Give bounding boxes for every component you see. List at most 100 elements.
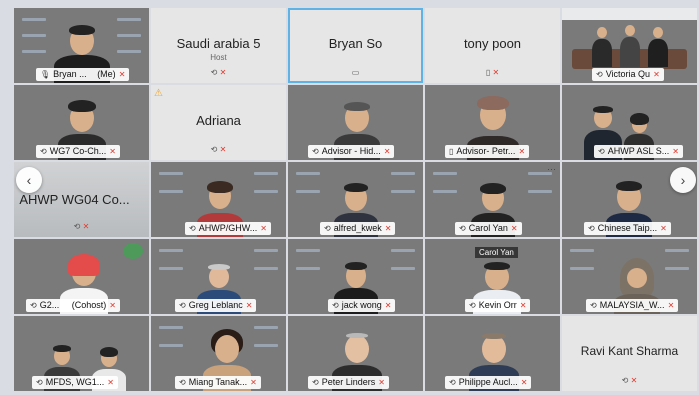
audio-icon: ⟲ (332, 301, 339, 310)
host-badge: Host (210, 53, 227, 62)
audio-icon: ⟲ (40, 147, 47, 156)
next-page-button[interactable]: › (670, 167, 696, 193)
audio-status: ▯ ✕ (425, 68, 560, 77)
participant-tile-carol-yan[interactable]: ··· ⟲ Carol Yan ✕ (425, 162, 560, 237)
participant-name-label: ⟲ Philippe Aucl... ✕ (445, 376, 532, 389)
video-grid: 🎙 Bryan ... (Me) ✕ Saudi arabia 5 Host ⟲ ✕… (14, 8, 699, 392)
muted-mic-icon: ✕ (384, 224, 392, 233)
participant-tile-wg7-co-ch[interactable]: ⟲ WG7 Co-Ch... ✕ (14, 85, 149, 160)
muted-mic-icon: ✕ (260, 224, 267, 233)
audio-icon: ⟲ (469, 301, 476, 310)
audio-icon: ⟲ (189, 224, 196, 233)
participant-name-label: ⟲ Victoria Qu ✕ (592, 68, 664, 81)
audio-icon: ⟲ (179, 378, 186, 387)
previous-page-button[interactable]: ‹ (16, 167, 42, 193)
muted-mic-icon: ✕ (519, 301, 527, 310)
participant-tile-jack-wong[interactable]: ⟲ jack wong ✕ (288, 239, 423, 314)
audio-icon: ⟲ (179, 301, 186, 310)
participant-tile-advisor-petr[interactable]: ▯ Advisor- Petr... ✕ (425, 85, 560, 160)
participant-tile-greg-leblanc[interactable]: ⟲ Greg Leblanc ✕ (151, 239, 286, 314)
participant-tile-g2-cohost[interactable]: ⟲ G2... (Cohost) ✕ (14, 239, 149, 314)
audio-status: ⟲ ✕ (14, 222, 149, 231)
participant-name-label: ⟲ Kevin Orr ✕ (465, 299, 531, 312)
muted-mic-icon: ✕ (653, 70, 660, 79)
participant-tile-advisor-hid[interactable]: ⟲ Advisor - Hid... ✕ (288, 85, 423, 160)
participant-name: Adriana (196, 113, 241, 128)
audio-icon: ⟲ (590, 301, 597, 310)
participant-tile-miang-tanak[interactable]: ⟲ Miang Tanak... ✕ (151, 316, 286, 391)
participant-name: AHWP WG04 Co... (19, 192, 130, 207)
participant-name-label: ⟲ jack wong ✕ (328, 299, 396, 312)
participant-tile-ravi-kant-sharma[interactable]: Ravi Kant Sharma ⟲ ✕ (562, 316, 697, 391)
participant-tile-kevin-orr[interactable]: Carol Yan ⟲ Kevin Orr ✕ (425, 239, 560, 314)
participant-name-label: ⟲ Advisor - Hid... ✕ (308, 145, 395, 158)
muted-mic-icon: ✕ (518, 147, 526, 156)
participant-name-label: 🎙 Bryan ... (Me) ✕ (36, 68, 130, 81)
participant-tile-bryan-so[interactable]: Bryan So ▭ (288, 8, 423, 83)
participant-name-label: ⟲ WG7 Co-Ch... ✕ (36, 145, 120, 158)
muted-mic-icon: ✕ (667, 301, 675, 310)
participant-tile-tony-poon[interactable]: tony poon ▯ ✕ (425, 8, 560, 83)
audio-icon: ⟲ (324, 224, 331, 233)
muted-mic-icon: ✕ (219, 145, 227, 154)
audio-icon: ⟲ (596, 70, 603, 79)
audio-status: ⟲ ✕ (151, 145, 286, 154)
participant-name-label: ▯ Advisor- Petr... ✕ (445, 145, 530, 158)
participant-name: tony poon (463, 36, 522, 51)
muted-mic-icon: ✕ (384, 301, 392, 310)
warning-icon: ⚠ (154, 88, 163, 99)
phone-icon: ▯ (485, 68, 491, 77)
participant-tile-bryan-me[interactable]: 🎙 Bryan ... (Me) ✕ (14, 8, 149, 83)
audio-icon: ⟲ (598, 147, 605, 156)
participant-name-label: ⟲ Chinese Taip... ✕ (584, 222, 671, 235)
phone-icon: ▯ (449, 147, 454, 156)
audio-icon: ⟲ (312, 378, 319, 387)
participant-tile-victoria-qu[interactable]: ⟲ Victoria Qu ✕ (562, 8, 697, 83)
audio-icon: ⟲ (210, 68, 218, 77)
audio-icon: ⟲ (588, 224, 595, 233)
audio-status: ⟲ ✕ (562, 376, 697, 385)
participant-name-label: ⟲ MFDS, WG1... ✕ (32, 376, 118, 389)
participant-name: Bryan So (328, 36, 383, 51)
participant-name-label: ⟲ Miang Tanak... ✕ (175, 376, 261, 389)
muted-mic-icon: ✕ (109, 301, 116, 310)
muted-mic-icon: ✕ (660, 224, 667, 233)
muted-mic-icon: ✕ (118, 70, 126, 79)
participant-tile-malaysia-w[interactable]: ⟲ MALAYSIA_W... ✕ (562, 239, 697, 314)
participant-name-label: ⟲ Peter Linders ✕ (308, 376, 389, 389)
participant-tile-alfred-kwek[interactable]: ⟲ alfred_kwek ✕ (288, 162, 423, 237)
audio-status: ▭ (288, 68, 423, 77)
participant-tile-mfds-wg1[interactable]: ⟲ MFDS, WG1... ✕ (14, 316, 149, 391)
participant-tile-adriana[interactable]: ⚠ Adriana ⟲ ✕ (151, 85, 286, 160)
participant-name: Saudi arabia 5 (176, 36, 261, 51)
participant-name-label: ⟲ Carol Yan ✕ (455, 222, 522, 235)
muted-mic-icon: ✕ (492, 68, 500, 77)
muted-mic-icon: ✕ (672, 147, 679, 156)
participant-tile-ahwp-asl[interactable]: ⟲ AHWP ASL S... ✕ (562, 85, 697, 160)
participant-tile-peter-linders[interactable]: ⟲ Peter Linders ✕ (288, 316, 423, 391)
audio-icon: ⟲ (210, 145, 218, 154)
audio-icon: ⟲ (30, 301, 37, 310)
participant-name-label: ⟲ MALAYSIA_W... ✕ (586, 299, 679, 312)
participant-tile-saudi-arabia-5[interactable]: Saudi arabia 5 Host ⟲ ✕ (151, 8, 286, 83)
muted-mic-icon: ✕ (630, 376, 638, 385)
audio-status: ⟲ ✕ (151, 68, 286, 77)
audio-icon: ⟲ (36, 378, 43, 387)
muted-mic-icon: ✕ (109, 147, 116, 156)
audio-icon: ⟲ (621, 376, 629, 385)
muted-mic-icon: ✕ (510, 224, 518, 233)
mic-icon: 🎙 (40, 70, 51, 79)
participant-name-label: ⟲ alfred_kwek ✕ (320, 222, 396, 235)
participant-name-label: ⟲ AHWP ASL S... ✕ (594, 145, 683, 158)
muted-mic-icon: ✕ (378, 378, 385, 387)
audio-icon: ⟲ (73, 222, 81, 231)
muted-mic-icon: ✕ (520, 378, 528, 387)
muted-mic-icon: ✕ (219, 68, 227, 77)
muted-mic-icon: ✕ (250, 378, 257, 387)
participant-tile-ahwp-ghw[interactable]: ⟲ AHWP/GHW... ✕ (151, 162, 286, 237)
participant-name-label: ⟲ Greg Leblanc ✕ (175, 299, 257, 312)
participant-name-label: ⟲ AHWP/GHW... ✕ (185, 222, 271, 235)
participant-tile-philippe-aucl[interactable]: ⟲ Philippe Aucl... ✕ (425, 316, 560, 391)
audio-icon: ⟲ (449, 378, 456, 387)
audio-icon: ⟲ (312, 147, 319, 156)
